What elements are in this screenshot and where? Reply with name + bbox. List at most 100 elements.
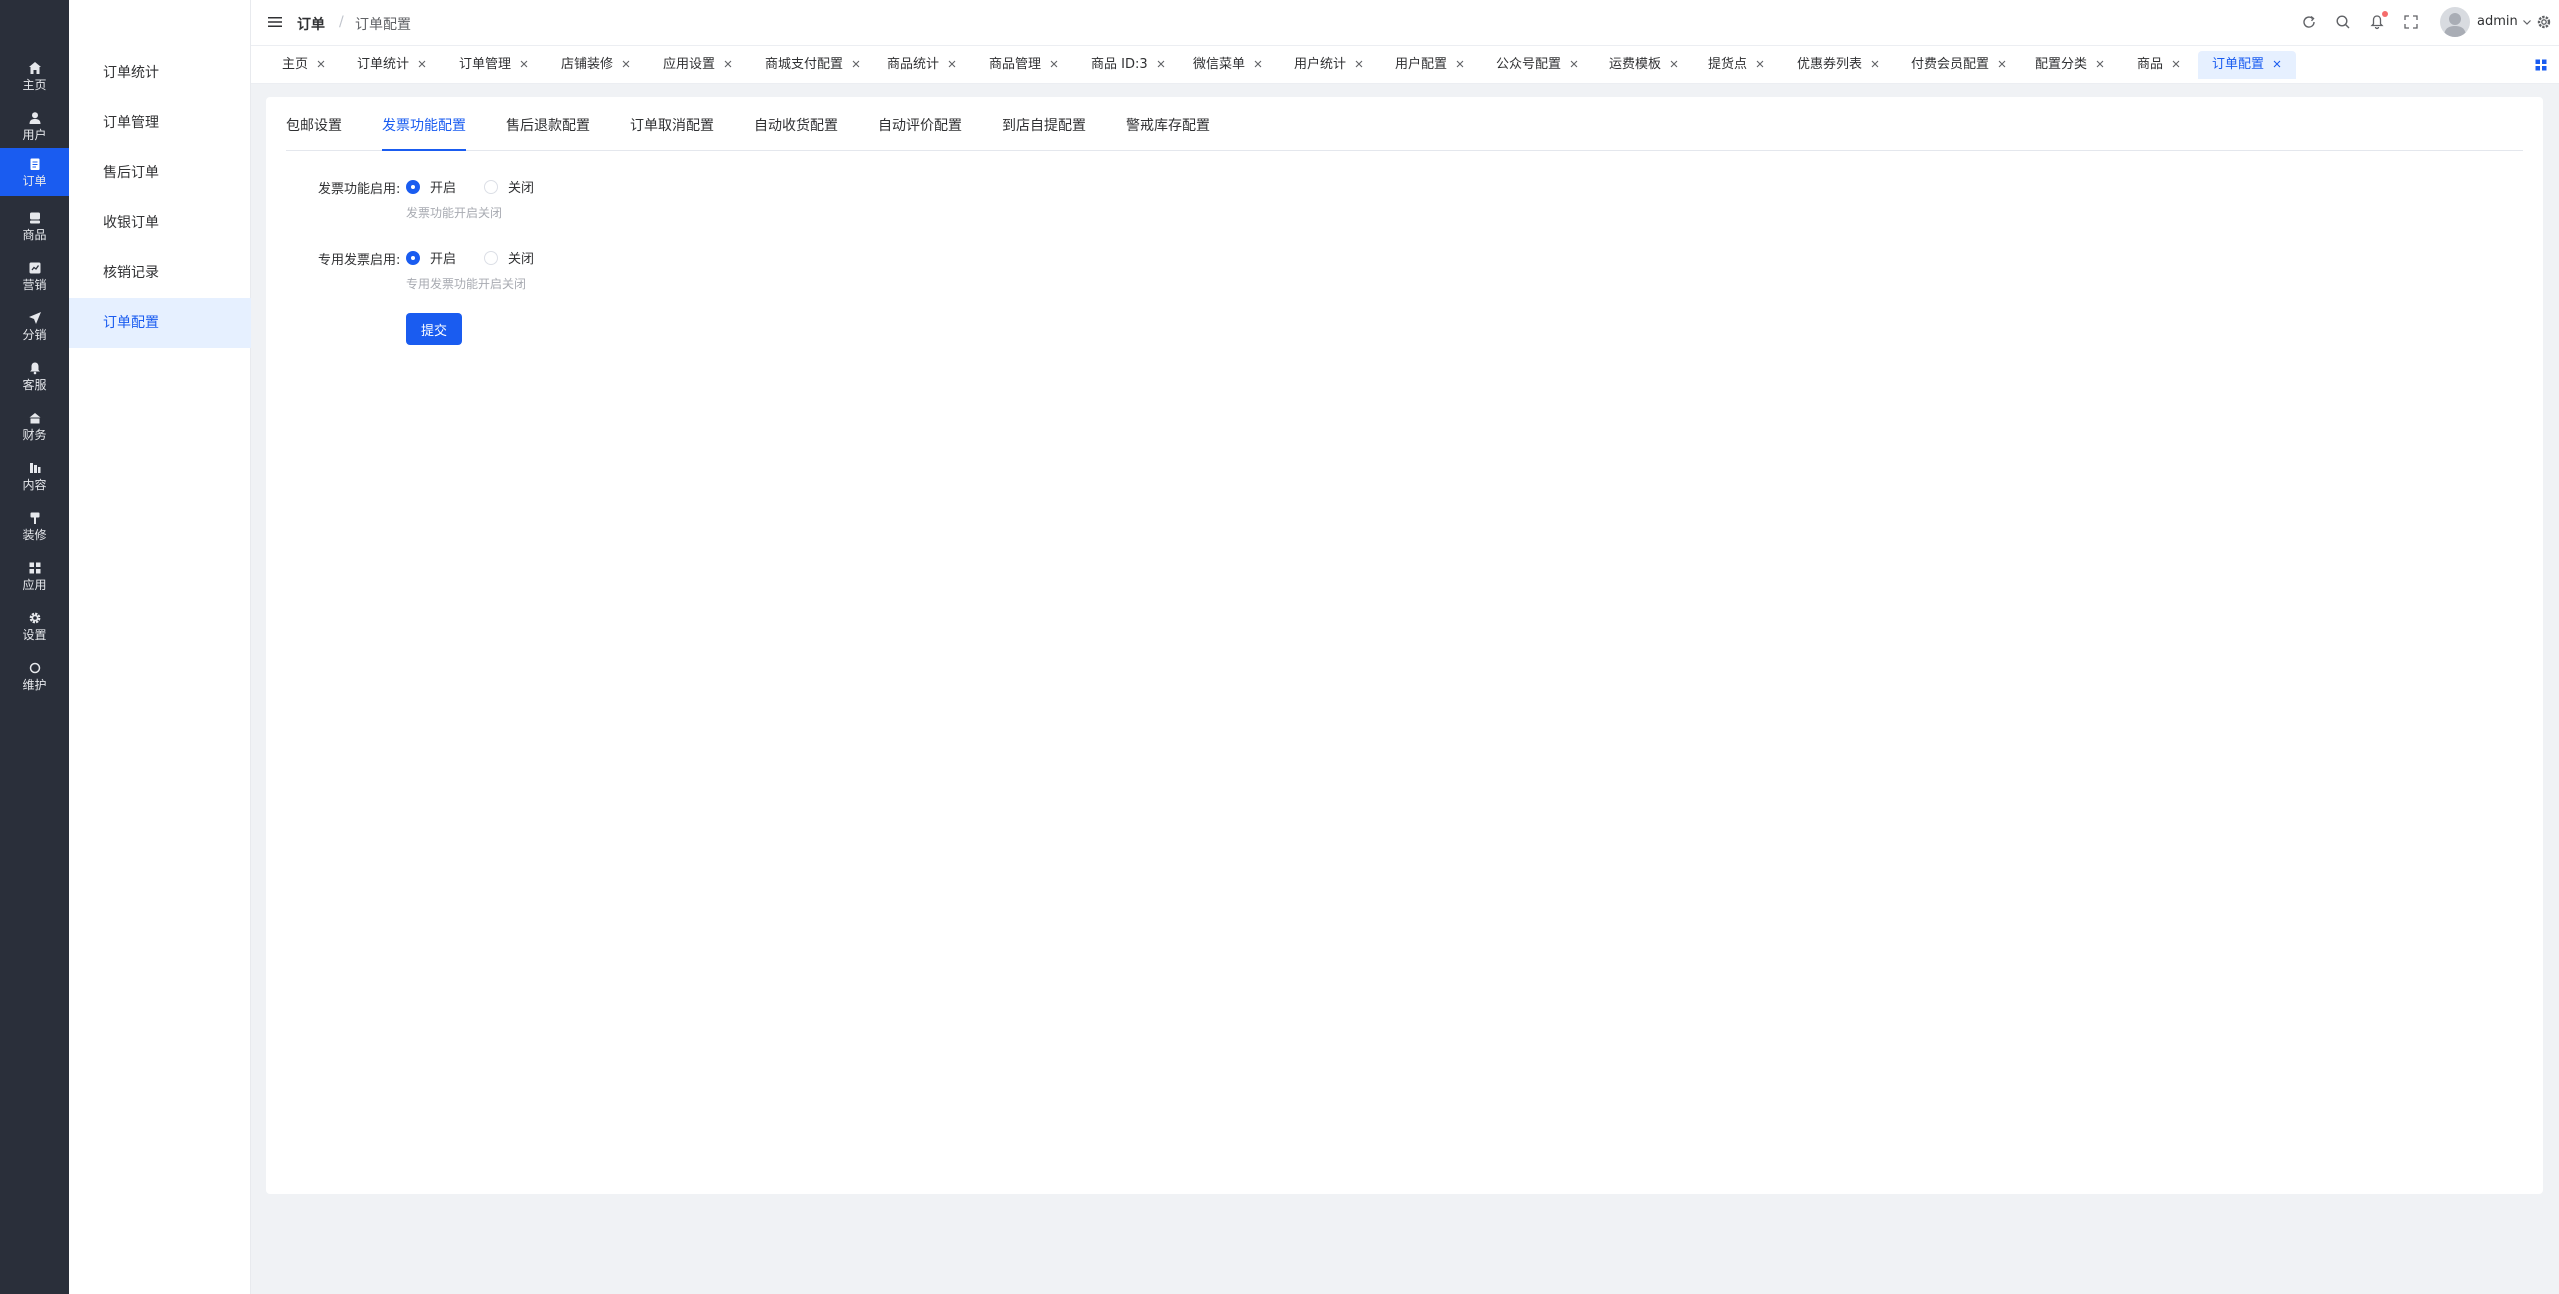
close-icon[interactable] — [947, 59, 957, 69]
close-icon[interactable] — [1997, 59, 2007, 69]
subtab-refund-config[interactable]: 售后退款配置 — [506, 115, 590, 135]
rail-item-maintain[interactable]: 维护 — [0, 652, 69, 700]
tab-label: 用户配置 — [1395, 57, 1448, 72]
rail-item-label: 客服 — [22, 377, 47, 392]
submenu-item-order-manage[interactable]: 订单管理 — [69, 98, 251, 148]
tab-goods[interactable]: 商品 — [2123, 51, 2195, 79]
rail-item-decorate[interactable]: 装修 — [0, 502, 69, 550]
rail-item-finance[interactable]: 财务 — [0, 402, 69, 450]
marketing-icon — [29, 262, 40, 273]
gear-icon[interactable] — [2536, 14, 2552, 30]
invoice-enable-on-radio[interactable]: 开启 — [406, 177, 456, 196]
avatar[interactable] — [2440, 7, 2470, 37]
search-icon[interactable] — [2335, 14, 2351, 30]
tab-shipping-template[interactable]: 运费模板 — [1595, 51, 1693, 79]
close-icon[interactable] — [1049, 59, 1059, 69]
rail-item-marketing[interactable]: 营销 — [0, 252, 69, 300]
close-icon[interactable] — [2171, 59, 2181, 69]
main-nav-rail: 主页 用户 订单 商品 营销 分销 客服 财务 内容 装修 应用 设置 维护 — [0, 0, 69, 1294]
tab-app-settings[interactable]: 应用设置 — [649, 51, 747, 79]
close-icon[interactable] — [851, 59, 861, 69]
top-header: 订单 / 订单配置 admin — [251, 0, 2559, 46]
close-icon[interactable] — [519, 59, 529, 69]
tab-order-manage[interactable]: 订单管理 — [445, 51, 543, 79]
distribution-icon — [28, 311, 41, 324]
rail-item-label: 分销 — [22, 327, 47, 342]
menu-toggle-icon[interactable] — [267, 14, 283, 30]
tab-goods-stats[interactable]: 商品统计 — [873, 51, 971, 79]
brush-icon — [30, 512, 39, 524]
refresh-icon[interactable] — [2301, 14, 2317, 30]
tab-config-category[interactable]: 配置分类 — [2021, 51, 2119, 79]
close-icon[interactable] — [723, 59, 733, 69]
breadcrumb-root[interactable]: 订单 — [297, 14, 325, 34]
tab-user-config[interactable]: 用户配置 — [1381, 51, 1479, 79]
rail-item-content[interactable]: 内容 — [0, 452, 69, 500]
tab-label: 商城支付配置 — [765, 57, 844, 72]
submenu-item-order-config[interactable]: 订单配置 — [69, 298, 251, 348]
chevron-down-icon[interactable] — [2521, 16, 2533, 28]
special-invoice-off-radio[interactable]: 关闭 — [484, 248, 534, 267]
tab-order-config[interactable]: 订单配置 — [2198, 51, 2297, 79]
close-icon[interactable] — [2272, 59, 2282, 69]
tab-user-stats[interactable]: 用户统计 — [1280, 51, 1378, 79]
close-icon[interactable] — [316, 59, 326, 69]
rail-item-settings[interactable]: 设置 — [0, 602, 69, 650]
rail-item-goods[interactable]: 商品 — [0, 202, 69, 250]
close-icon[interactable] — [1455, 59, 1465, 69]
close-icon[interactable] — [1870, 59, 1880, 69]
radio-circle — [484, 179, 498, 194]
subtab-stock-alert-config[interactable]: 警戒库存配置 — [1126, 115, 1210, 135]
tab-label: 店铺装修 — [561, 57, 614, 72]
close-icon[interactable] — [2095, 59, 2105, 69]
tab-paid-member[interactable]: 付费会员配置 — [1897, 51, 2021, 79]
close-icon[interactable] — [1755, 59, 1765, 69]
subtab-free-shipping[interactable]: 包邮设置 — [286, 115, 342, 135]
tab-label: 订单管理 — [459, 57, 512, 72]
special-invoice-on-radio[interactable]: 开启 — [406, 248, 456, 267]
tab-wechat-menu[interactable]: 微信菜单 — [1179, 51, 1277, 79]
tab-pickup-point[interactable]: 提货点 — [1694, 51, 1779, 79]
tab-goods-id[interactable]: 商品 ID:3 — [1077, 51, 1180, 79]
rail-item-apps[interactable]: 应用 — [0, 552, 69, 600]
submenu-item-order-stats[interactable]: 订单统计 — [69, 48, 251, 98]
fullscreen-icon[interactable] — [2403, 14, 2419, 30]
submit-button[interactable]: 提交 — [406, 313, 462, 345]
close-icon[interactable] — [1569, 59, 1579, 69]
close-icon[interactable] — [1156, 59, 1166, 69]
rail-item-service[interactable]: 客服 — [0, 352, 69, 400]
rail-item-home[interactable]: 主页 — [0, 52, 69, 100]
rail-item-user[interactable]: 用户 — [0, 102, 69, 150]
tab-shop-decorate[interactable]: 店铺装修 — [547, 51, 645, 79]
tab-official-account[interactable]: 公众号配置 — [1482, 51, 1593, 79]
tab-home[interactable]: 主页 — [268, 51, 340, 79]
close-icon[interactable] — [417, 59, 427, 69]
username[interactable]: admin — [2477, 14, 2518, 29]
tab-order-stats[interactable]: 订单统计 — [343, 51, 441, 79]
close-icon[interactable] — [1669, 59, 1679, 69]
tab-mall-payment[interactable]: 商城支付配置 — [751, 51, 875, 79]
submenu-item-after-sale[interactable]: 售后订单 — [69, 148, 251, 198]
close-icon[interactable] — [1354, 59, 1364, 69]
apps-icon — [29, 562, 40, 573]
user-icon — [29, 111, 40, 124]
invoice-enable-help: 发票功能开启关闭 — [406, 206, 503, 220]
subtab-store-pickup-config[interactable]: 到店自提配置 — [1002, 115, 1086, 135]
close-icon[interactable] — [621, 59, 631, 69]
invoice-enable-off-radio[interactable]: 关闭 — [484, 177, 534, 196]
tabs-menu-grid-icon[interactable] — [2534, 58, 2548, 72]
home-icon — [28, 61, 41, 74]
close-icon[interactable] — [1253, 59, 1263, 69]
active-subtab-indicator — [382, 149, 466, 151]
notification-dot — [2382, 11, 2388, 17]
rail-item-order[interactable]: 订单 — [0, 148, 69, 196]
subtab-cancel-config[interactable]: 订单取消配置 — [630, 115, 714, 135]
tab-coupon-list[interactable]: 优惠券列表 — [1783, 51, 1894, 79]
subtab-auto-review-config[interactable]: 自动评价配置 — [878, 115, 962, 135]
subtab-invoice-config[interactable]: 发票功能配置 — [382, 115, 466, 135]
submenu-item-cashier-orders[interactable]: 收银订单 — [69, 198, 251, 248]
submenu-item-verify-records[interactable]: 核销记录 — [69, 248, 251, 298]
tab-goods-manage[interactable]: 商品管理 — [975, 51, 1073, 79]
rail-item-distribution[interactable]: 分销 — [0, 302, 69, 350]
subtab-auto-receive-config[interactable]: 自动收货配置 — [754, 115, 838, 135]
